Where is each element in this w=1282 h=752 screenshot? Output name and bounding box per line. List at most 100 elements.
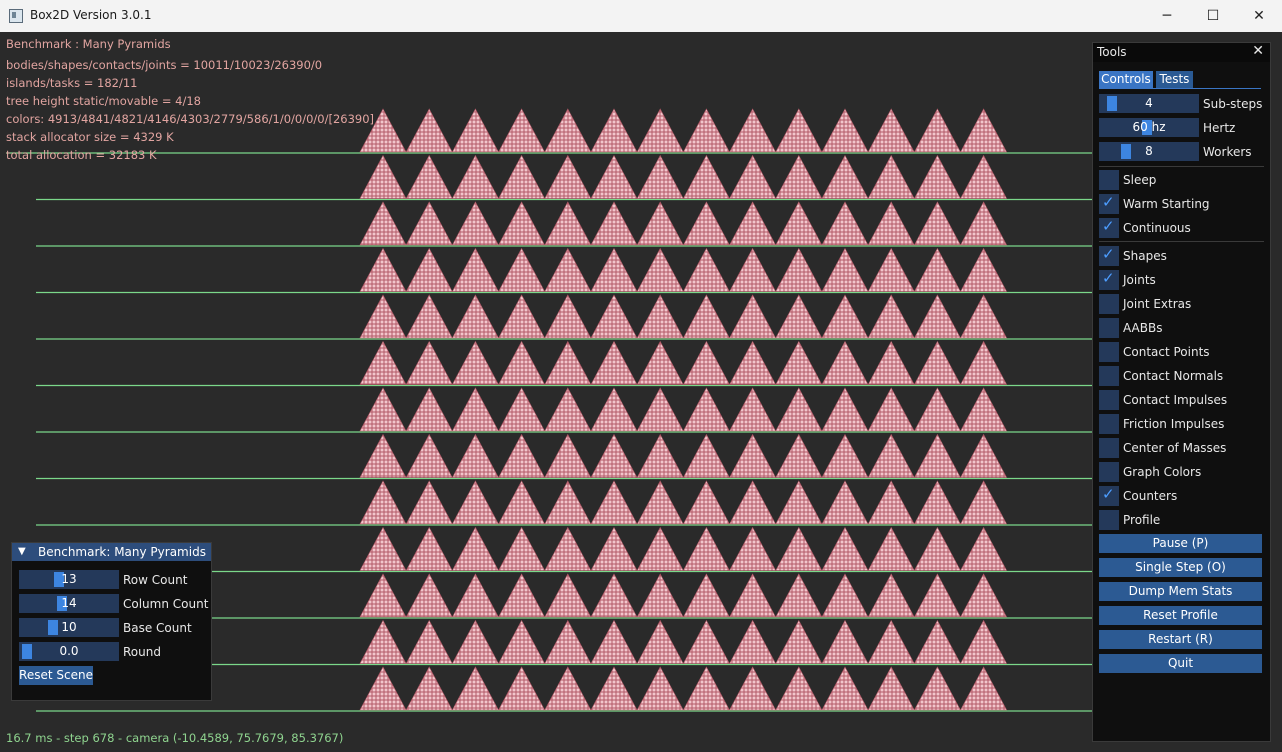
separator — [1099, 241, 1264, 242]
pyramid — [960, 619, 1008, 664]
pyramid — [867, 108, 915, 153]
pyramid — [775, 340, 823, 385]
maximize-button[interactable]: ☐ — [1190, 0, 1236, 32]
pyramid — [729, 526, 777, 571]
checkbox-friction-impulses[interactable] — [1099, 414, 1119, 434]
substeps-slider[interactable]: 4 — [1099, 94, 1199, 113]
pyramid — [682, 666, 730, 711]
checkbox-counters[interactable]: ✓ — [1099, 485, 1119, 506]
reset-profile-button[interactable]: Reset Profile — [1099, 606, 1262, 625]
stat-benchmark: Benchmark : Many Pyramids — [6, 37, 171, 51]
checkbox-label-contact-points: Contact Points — [1123, 345, 1210, 359]
pyramid — [960, 480, 1008, 525]
pyramid — [960, 108, 1008, 153]
pyramid — [821, 666, 869, 711]
checkbox-contact-normals[interactable] — [1099, 366, 1119, 386]
checkbox-label-aabbs: AABBs — [1123, 321, 1163, 335]
pyramid — [405, 201, 453, 246]
checkbox-contact-impulses[interactable] — [1099, 390, 1119, 410]
pyramid — [821, 573, 869, 618]
pyramid — [636, 666, 684, 711]
pyramid — [821, 526, 869, 571]
base-count-slider[interactable]: 10 — [19, 618, 119, 637]
pyramid — [498, 294, 546, 339]
row-count-value: 13 — [61, 572, 77, 586]
pyramid — [729, 340, 777, 385]
pyramid — [544, 108, 592, 153]
pyramid — [682, 619, 730, 664]
pyramid — [451, 154, 499, 199]
close-icon[interactable]: ✕ — [1252, 43, 1264, 59]
pyramid — [544, 573, 592, 618]
pyramid — [682, 294, 730, 339]
pause-button[interactable]: Pause (P) — [1099, 534, 1262, 553]
workers-label: Workers — [1203, 145, 1252, 159]
pyramid — [359, 433, 407, 478]
checkbox-graph-colors[interactable] — [1099, 462, 1119, 482]
checkbox-label-contact-normals: Contact Normals — [1123, 369, 1224, 383]
checkbox-joints[interactable]: ✓ — [1099, 269, 1119, 290]
pyramid — [451, 619, 499, 664]
pyramid — [498, 247, 546, 292]
pyramid — [821, 154, 869, 199]
pyramid — [544, 619, 592, 664]
pyramid — [544, 387, 592, 432]
minimize-button[interactable]: ─ — [1144, 0, 1190, 32]
pyramid — [682, 340, 730, 385]
checkbox-shapes[interactable]: ✓ — [1099, 245, 1119, 266]
checkbox-label-center-of-masses: Center of Masses — [1123, 441, 1227, 455]
benchmark-title-bar[interactable]: ▼ Benchmark: Many Pyramids — [12, 543, 211, 561]
collapse-icon[interactable]: ▼ — [18, 546, 26, 557]
pyramid — [682, 108, 730, 153]
pyramid — [405, 154, 453, 199]
pyramid — [913, 340, 961, 385]
hertz-slider[interactable]: 60 hz — [1099, 118, 1199, 137]
checkbox-label-sleep: Sleep — [1123, 173, 1157, 187]
pyramid — [821, 619, 869, 664]
checkbox-profile[interactable] — [1099, 510, 1119, 530]
checkbox-label-graph-colors: Graph Colors — [1123, 465, 1202, 479]
row-count-slider[interactable]: 13 — [19, 570, 119, 589]
pyramid — [682, 480, 730, 525]
tab-tests[interactable]: Tests — [1156, 71, 1193, 88]
stat-colors: colors: 4913/4841/4821/4146/4303/2779/58… — [6, 112, 375, 126]
pyramid — [867, 526, 915, 571]
single-step-button[interactable]: Single Step (O) — [1099, 558, 1262, 577]
checkbox-joint-extras[interactable] — [1099, 294, 1119, 314]
pyramid — [729, 433, 777, 478]
tools-title-bar[interactable]: Tools ✕ — [1093, 43, 1270, 62]
stat-stack: stack allocator size = 4329 K — [6, 130, 174, 144]
pyramid — [636, 480, 684, 525]
workers-slider[interactable]: 8 — [1099, 142, 1199, 161]
pyramid — [775, 247, 823, 292]
close-button[interactable]: ✕ — [1236, 0, 1282, 32]
pyramid — [867, 619, 915, 664]
checkbox-continuous[interactable]: ✓ — [1099, 217, 1119, 238]
checkbox-aabbs[interactable] — [1099, 318, 1119, 338]
pyramid — [451, 108, 499, 153]
round-slider[interactable]: 0.0 — [19, 642, 119, 661]
pyramid — [451, 340, 499, 385]
pyramid — [359, 480, 407, 525]
pyramid — [821, 480, 869, 525]
checkbox-contact-points[interactable] — [1099, 342, 1119, 362]
restart-button[interactable]: Restart (R) — [1099, 630, 1262, 649]
quit-button[interactable]: Quit — [1099, 654, 1262, 673]
pyramid — [544, 154, 592, 199]
tab-controls[interactable]: Controls — [1099, 71, 1153, 88]
checkbox-warm-starting[interactable]: ✓ — [1099, 193, 1119, 214]
pyramid — [498, 387, 546, 432]
pyramid — [498, 340, 546, 385]
column-count-slider[interactable]: 14 — [19, 594, 119, 613]
pyramid — [867, 154, 915, 199]
pyramid — [544, 526, 592, 571]
pyramid — [590, 340, 638, 385]
dump-mem-stats-button[interactable]: Dump Mem Stats — [1099, 582, 1262, 601]
checkbox-center-of-masses[interactable] — [1099, 438, 1119, 458]
pyramid — [451, 247, 499, 292]
checkbox-sleep[interactable] — [1099, 170, 1119, 190]
pyramid — [775, 619, 823, 664]
checkbox-label-contact-impulses: Contact Impulses — [1123, 393, 1228, 407]
column-count-label: Column Count — [123, 597, 209, 611]
reset-scene-button[interactable]: Reset Scene — [19, 666, 93, 685]
